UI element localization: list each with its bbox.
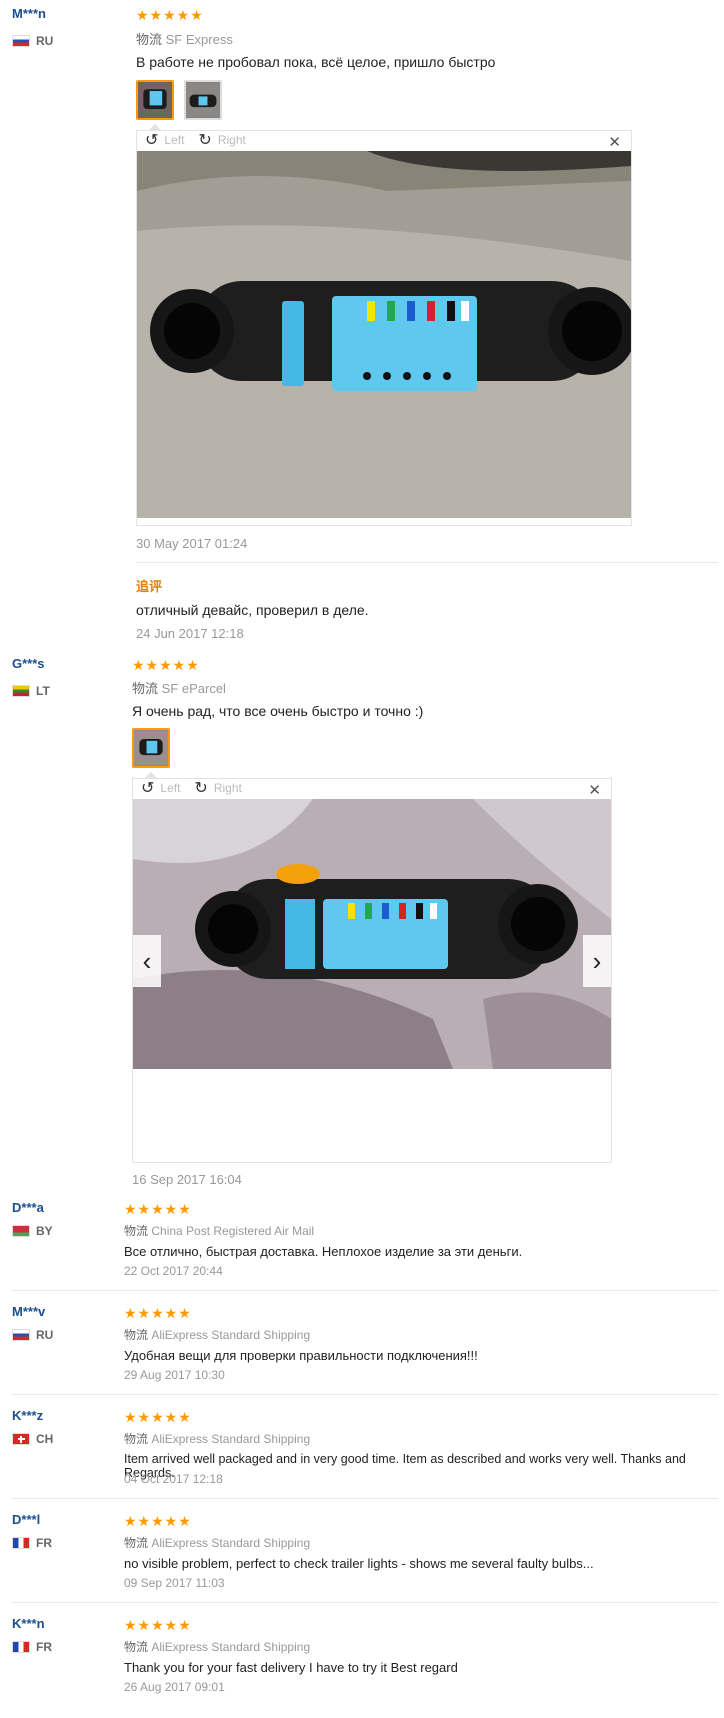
reviewer-country: FR bbox=[12, 1536, 52, 1550]
rating-stars: ★★★★★ bbox=[124, 1513, 192, 1529]
rotate-left-icon[interactable]: ↺ bbox=[145, 130, 158, 150]
reviewer-name[interactable]: M***n bbox=[12, 6, 46, 21]
shipping-method: 物流 China Post Registered Air Mail bbox=[124, 1224, 315, 1238]
review-text: Thank you for your fast delivery I have … bbox=[124, 1660, 458, 1675]
review-date: 16 Sep 2017 16:04 bbox=[132, 1172, 242, 1187]
close-icon[interactable]: ✕ bbox=[608, 133, 621, 151]
divider bbox=[12, 1498, 718, 1499]
rating-stars: ★★★★★ bbox=[124, 1305, 192, 1321]
rotate-right-icon[interactable]: ↻ bbox=[198, 130, 211, 150]
review-text: Я очень рад, что все очень быстро и точн… bbox=[132, 703, 424, 719]
review-date: 22 Oct 2017 20:44 bbox=[124, 1264, 223, 1278]
review-text: Все отлично, быстрая доставка. Неплохое … bbox=[124, 1244, 523, 1259]
review-photo-thumb[interactable] bbox=[136, 80, 174, 120]
review-text: no visible problem, perfect to check tra… bbox=[124, 1556, 594, 1571]
review-photo-thumb[interactable] bbox=[184, 80, 222, 120]
close-icon[interactable]: ✕ bbox=[588, 781, 601, 799]
photo-viewer: ↺ Left ↻ Right ✕ ‹ › bbox=[132, 778, 612, 1163]
follow-up-date: 24 Jun 2017 12:18 bbox=[136, 626, 244, 641]
rating-stars: ★★★★★ bbox=[124, 1409, 192, 1425]
flag-ru-icon bbox=[12, 35, 30, 47]
rating-stars: ★★★★★ bbox=[136, 7, 204, 23]
reviewer-name[interactable]: K***n bbox=[12, 1616, 45, 1631]
review-date: 09 Sep 2017 11:03 bbox=[124, 1576, 225, 1590]
flag-fr-icon bbox=[12, 1641, 30, 1653]
reviewer-country: RU bbox=[12, 1328, 53, 1342]
rotate-right-icon[interactable]: ↻ bbox=[194, 778, 207, 798]
reviewer-country: LT bbox=[12, 684, 50, 698]
rotate-left-button[interactable]: Left bbox=[160, 781, 180, 795]
reviewer-country: BY bbox=[12, 1224, 53, 1238]
review-photo-thumb[interactable] bbox=[132, 728, 170, 768]
review-date: 30 May 2017 01:24 bbox=[136, 536, 248, 551]
rating-stars: ★★★★★ bbox=[132, 657, 200, 673]
reviewer-country: CH bbox=[12, 1432, 53, 1446]
viewer-toolbar: ↺ Left ↻ Right bbox=[137, 131, 631, 149]
divider bbox=[136, 562, 718, 563]
shipping-method: 物流 AliExpress Standard Shipping bbox=[124, 1328, 311, 1342]
rating-stars: ★★★★★ bbox=[124, 1617, 192, 1633]
reviewer-name[interactable]: D***a bbox=[12, 1200, 44, 1215]
flag-lt-icon bbox=[12, 685, 30, 697]
divider bbox=[12, 1290, 718, 1291]
review-photo bbox=[133, 799, 611, 1069]
flag-ch-icon bbox=[12, 1433, 30, 1445]
reviewer-country: RU bbox=[12, 34, 53, 48]
shipping-method: 物流 AliExpress Standard Shipping bbox=[124, 1432, 311, 1446]
shipping-method: 物流 AliExpress Standard Shipping bbox=[124, 1536, 311, 1550]
rotate-right-button[interactable]: Right bbox=[214, 781, 242, 795]
shipping-method: 物流 SF eParcel bbox=[132, 681, 226, 696]
photo-viewer: ↺ Left ↻ Right ✕ bbox=[136, 130, 632, 526]
shipping-method: 物流 SF Express bbox=[136, 32, 233, 47]
review-photo bbox=[137, 151, 631, 518]
rotate-left-icon[interactable]: ↺ bbox=[141, 778, 154, 798]
reviewer-name[interactable]: M***v bbox=[12, 1304, 45, 1319]
review-date: 29 Aug 2017 10:30 bbox=[124, 1368, 225, 1382]
flag-by-icon bbox=[12, 1225, 30, 1237]
reviewer-country: FR bbox=[12, 1640, 52, 1654]
chevron-left-icon[interactable]: ‹ bbox=[133, 935, 161, 987]
reviewer-name[interactable]: G***s bbox=[12, 656, 45, 671]
divider bbox=[12, 1394, 718, 1395]
rating-stars: ★★★★★ bbox=[124, 1201, 192, 1217]
flag-fr-icon bbox=[12, 1537, 30, 1549]
divider bbox=[12, 1602, 718, 1603]
review-text: В работе не пробовал пока, всё целое, пр… bbox=[136, 54, 496, 70]
viewer-toolbar: ↺ Left ↻ Right bbox=[133, 779, 611, 797]
review-text: Удобная вещи для проверки правильности п… bbox=[124, 1348, 478, 1363]
reviewer-name[interactable]: D***l bbox=[12, 1512, 40, 1527]
review-date: 26 Aug 2017 09:01 bbox=[124, 1680, 225, 1694]
chevron-right-icon[interactable]: › bbox=[583, 935, 611, 987]
follow-up-label: 追评 bbox=[136, 579, 163, 594]
rotate-left-button[interactable]: Left bbox=[164, 133, 184, 147]
reviewer-name[interactable]: K***z bbox=[12, 1408, 43, 1423]
flag-ru-icon bbox=[12, 1329, 30, 1341]
shipping-method: 物流 AliExpress Standard Shipping bbox=[124, 1640, 311, 1654]
follow-up-text: отличный девайс, проверил в деле. bbox=[136, 602, 369, 618]
rotate-right-button[interactable]: Right bbox=[218, 133, 246, 147]
review-date: 04 Oct 2017 12:18 bbox=[124, 1472, 223, 1486]
